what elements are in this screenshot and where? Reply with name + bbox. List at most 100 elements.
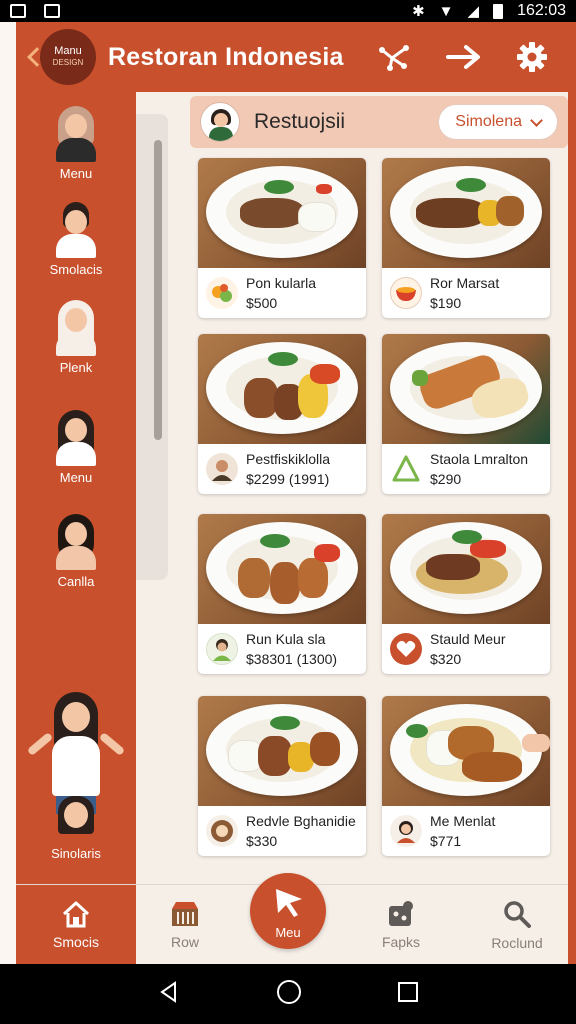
back-icon[interactable]: [157, 980, 181, 1009]
dish-name: Stauld Meur: [430, 631, 506, 647]
dish-name: Staola Lmralton: [430, 451, 529, 467]
food-image: [382, 158, 550, 268]
avatar: [390, 815, 422, 847]
app-title: Restoran Indonesia: [108, 42, 344, 71]
cursor-icon: [276, 888, 302, 917]
sidebar-item-canlla[interactable]: Canlla: [16, 514, 136, 589]
food-image: [382, 334, 550, 444]
avatar: [52, 202, 100, 258]
dish-name: Run Kula sla: [246, 631, 326, 647]
app-header: Manu DESIGN Restoran Indonesia: [16, 22, 568, 92]
leaf-icon: [390, 453, 422, 485]
nav-label: Meu: [275, 924, 301, 940]
food-image: [198, 158, 366, 268]
dish-price: $500: [246, 295, 278, 311]
menu-card[interactable]: Run Kula sla $38301 (1300): [198, 514, 366, 674]
sidebar-item-label: Canlla: [57, 574, 95, 589]
screen-edge: [0, 22, 16, 964]
nav-label: Fapks: [381, 934, 421, 950]
nav-search[interactable]: Roclund: [472, 885, 562, 965]
search-icon: [504, 901, 531, 928]
menu-card[interactable]: Stauld Meur $320: [382, 514, 550, 674]
nav-row[interactable]: Row: [150, 885, 220, 965]
dish-price: $190: [430, 295, 462, 311]
heart-icon[interactable]: [390, 633, 422, 665]
dish-price: $38301 (1300): [246, 651, 338, 667]
avatar: [52, 300, 100, 356]
scroll-area: [136, 92, 190, 884]
food-image: [198, 696, 366, 806]
sidebar: Menu Smolacis Plenk Menu Canlla Sinolari…: [16, 92, 136, 884]
sidebar-item-plenk[interactable]: Plenk: [16, 300, 136, 375]
screen-edge: [568, 22, 576, 964]
dish-price: $2299 (1991): [246, 471, 330, 487]
nav-home[interactable]: Smocis: [16, 885, 136, 965]
menu-card[interactable]: Staola Lmralton $290: [382, 334, 550, 494]
menu-card[interactable]: Pestfiskiklolla $2299 (1991): [198, 334, 366, 494]
nav-menu-button[interactable]: Meu: [250, 873, 326, 949]
sidebar-item-label: Sinolaris: [51, 846, 101, 861]
chevron-down-icon: [530, 113, 543, 127]
notification-icon: [44, 4, 60, 18]
status-time: 162:03: [517, 2, 566, 19]
scrollbar-thumb[interactable]: [154, 140, 162, 440]
dish-icon: [206, 277, 238, 309]
menu-card[interactable]: Redvle Bghanidie $330: [198, 696, 366, 856]
avatar: [200, 102, 240, 142]
gear-icon[interactable]: [516, 41, 548, 73]
sidebar-item-sinolaris[interactable]: Sinolaris: [16, 692, 136, 861]
wifi-icon: ▼: [438, 2, 454, 20]
food-image: [382, 514, 550, 624]
menu-card[interactable]: Me Menlat $771: [382, 696, 550, 856]
status-bar: ✱ ▼ ◢ 162:03: [0, 0, 576, 22]
menu-card[interactable]: Ror Marsat $190: [382, 158, 550, 318]
notification-icon: [10, 4, 26, 18]
share-icon[interactable]: [378, 42, 412, 72]
avatar: [206, 453, 238, 485]
sidebar-item-label: Menu: [59, 470, 93, 485]
dish-name: Ror Marsat: [430, 275, 500, 291]
sidebar-item-label: Plenk: [59, 360, 93, 375]
bottom-nav: Smocis Row Meu Fapks Roclund: [16, 873, 568, 965]
people-illustration: [26, 692, 126, 842]
system-nav-bar: [0, 964, 576, 1024]
home-icon: [62, 901, 90, 928]
dish-price: $290: [430, 471, 462, 487]
dish-price: $320: [430, 651, 462, 667]
dish-icon: [390, 277, 422, 309]
sidebar-item-menu-2[interactable]: Menu: [16, 410, 136, 485]
section-title: Restuojsii: [254, 110, 346, 133]
back-button[interactable]: Manu DESIGN: [27, 29, 96, 85]
dropdown-value: Simolena: [455, 113, 522, 130]
home-circle-icon[interactable]: [276, 979, 302, 1010]
food-image: [198, 514, 366, 624]
sidebar-item-smolacis[interactable]: Smolacis: [16, 202, 136, 277]
dish-name: Pon kularla: [246, 275, 317, 291]
avatar: [206, 633, 238, 665]
category-dropdown[interactable]: Simolena: [438, 104, 558, 140]
dish-name: Pestfiskiklolla: [246, 451, 331, 467]
dish-name: Redvle Bghanidie: [246, 813, 356, 829]
forward-arrow-icon[interactable]: [446, 44, 482, 70]
menu-card[interactable]: Pon kularla $500: [198, 158, 366, 318]
recents-icon[interactable]: [397, 981, 419, 1008]
sidebar-item-menu[interactable]: Menu: [16, 106, 136, 181]
phone-screen: ✱ ▼ ◢ 162:03 Manu DESIGN Restoran Indone…: [0, 0, 576, 1024]
battery-icon: [493, 3, 504, 19]
content-header: Restuojsii Simolena: [190, 96, 568, 148]
nav-label: Row: [170, 934, 199, 950]
signal-icon: ◢: [467, 3, 480, 20]
logo-subtext: DESIGN: [52, 58, 84, 67]
logo-text: Manu: [54, 45, 82, 57]
store-icon: [172, 902, 198, 926]
food-image: [382, 696, 550, 806]
nav-fapks[interactable]: Fapks: [366, 885, 436, 965]
nav-label: Smocis: [53, 934, 99, 950]
puzzle-icon: [389, 901, 413, 926]
app-logo: Manu DESIGN: [40, 29, 96, 85]
sidebar-item-label: Smolacis: [49, 262, 103, 277]
avatar: [52, 410, 100, 466]
sidebar-item-label: Menu: [59, 166, 93, 181]
scrollbar-track[interactable]: [136, 114, 168, 580]
avatar: [52, 514, 100, 570]
